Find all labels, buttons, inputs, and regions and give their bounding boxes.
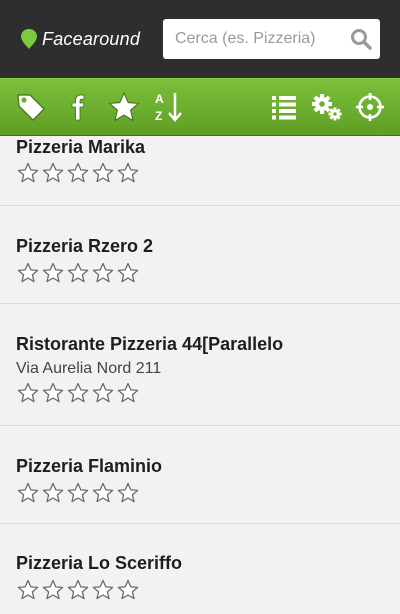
list-item[interactable]: Ristorante Pizzeria 44[Parallelo Via Aur… xyxy=(0,304,400,426)
sort-button[interactable]: A Z xyxy=(150,87,190,127)
rating-stars xyxy=(17,579,142,601)
locate-button[interactable] xyxy=(352,87,388,127)
location-pin-icon xyxy=(21,29,37,49)
app-logo-text: Facearound xyxy=(42,28,141,49)
rating-stars xyxy=(17,162,142,184)
star-icon xyxy=(67,482,89,503)
star-icon xyxy=(17,482,39,503)
star-icon xyxy=(92,382,114,403)
place-name: Pizzeria Rzero 2 xyxy=(16,236,154,256)
star-icon xyxy=(117,579,139,600)
star-icon xyxy=(117,262,139,283)
star-icon xyxy=(67,262,89,283)
toolbar: A Z xyxy=(0,78,400,136)
star-icon xyxy=(92,162,114,183)
favorites-button[interactable] xyxy=(104,87,144,127)
place-name: Pizzeria Marika xyxy=(16,137,146,157)
star-icon xyxy=(67,162,89,183)
place-address: Via Aurelia Nord 211 xyxy=(16,360,162,377)
list-item[interactable]: Pizzeria Rzero 2 xyxy=(0,206,400,304)
app-header: Facearound xyxy=(0,0,400,78)
star-icon xyxy=(117,162,139,183)
rating-stars xyxy=(17,482,142,504)
app-logo: Facearound xyxy=(20,28,163,50)
tag-icon xyxy=(17,94,45,121)
locate-icon xyxy=(356,93,384,121)
search-icon[interactable] xyxy=(350,28,372,50)
star-icon xyxy=(42,482,64,503)
list-item[interactable]: Pizzeria Marika xyxy=(0,136,400,206)
rating-stars xyxy=(17,262,142,284)
star-icon xyxy=(42,262,64,283)
star-icon xyxy=(42,382,64,403)
star-icon xyxy=(108,91,140,122)
rating-stars xyxy=(17,382,142,404)
star-icon xyxy=(67,579,89,600)
star-icon xyxy=(42,579,64,600)
star-icon xyxy=(67,382,89,403)
star-icon xyxy=(92,579,114,600)
sort-az-icon: A Z xyxy=(155,92,182,123)
list-item[interactable]: Pizzeria Lo Sceriffo xyxy=(0,524,400,614)
settings-icon xyxy=(312,94,342,121)
star-icon xyxy=(117,482,139,503)
star-icon xyxy=(42,162,64,183)
star-icon xyxy=(17,262,39,283)
place-name: Pizzeria Flaminio xyxy=(16,456,163,476)
place-name: Pizzeria Lo Sceriffo xyxy=(16,553,183,573)
star-icon xyxy=(17,579,39,600)
star-icon xyxy=(17,162,39,183)
facebook-button[interactable] xyxy=(56,87,100,127)
star-icon xyxy=(92,262,114,283)
facebook-icon xyxy=(71,94,85,121)
list-item[interactable]: Pizzeria Flaminio xyxy=(0,426,400,524)
list-icon xyxy=(272,96,296,120)
search-box[interactable] xyxy=(163,19,380,59)
search-input[interactable] xyxy=(173,29,350,49)
tag-button[interactable] xyxy=(14,87,48,127)
settings-button[interactable] xyxy=(308,87,346,127)
place-name: Ristorante Pizzeria 44[Parallelo xyxy=(16,334,284,354)
star-icon xyxy=(17,382,39,403)
svg-text:Z: Z xyxy=(155,109,162,123)
star-icon xyxy=(92,482,114,503)
places-list[interactable]: Pizzeria Marika Pizzeria Rzero 2 Ristora… xyxy=(0,136,400,614)
star-icon xyxy=(117,382,139,403)
svg-text:A: A xyxy=(155,92,164,106)
list-view-button[interactable] xyxy=(268,87,300,127)
